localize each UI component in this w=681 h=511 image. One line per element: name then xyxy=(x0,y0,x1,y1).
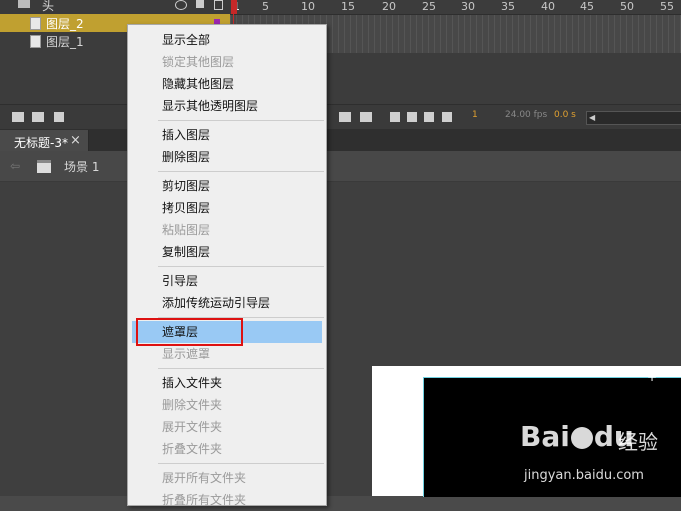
layer-page-icon xyxy=(30,35,41,48)
scene-bar: ⇦ 场景 1 xyxy=(0,151,681,182)
loop-icon[interactable] xyxy=(360,112,372,122)
menu-item-expand-all-folders: 展开所有文件夹 xyxy=(162,471,247,485)
eye-icon[interactable] xyxy=(175,0,187,10)
scene-label[interactable]: 场景 1 xyxy=(64,158,99,175)
menu-item-copy-layer[interactable]: 拷贝图层 xyxy=(128,197,326,219)
menu-item-collapse-all-folders: 折叠所有文件夹 xyxy=(162,493,247,507)
current-frame: 1 xyxy=(472,110,478,120)
watermark-logo: Bai du xyxy=(520,420,634,453)
close-icon[interactable]: × xyxy=(70,133,81,148)
onion-outline-icon[interactable] xyxy=(407,112,417,122)
menu-separator xyxy=(158,120,324,121)
trash-icon[interactable] xyxy=(54,112,64,122)
frame-ruler[interactable]: 1 5 10 15 20 25 30 35 40 45 50 55 xyxy=(230,0,681,15)
scroll-left-icon[interactable]: ◀ xyxy=(589,113,595,122)
menu-item-insert-folder[interactable]: 插入文件夹 xyxy=(128,372,326,394)
ruler-label: 35 xyxy=(501,0,515,13)
menu-item-duplicate-layer[interactable]: 复制图层 xyxy=(128,241,326,263)
ruler-label: 20 xyxy=(382,0,396,13)
clapper-icon xyxy=(37,160,51,173)
menu-item-show-others-transparent[interactable]: 显示其他透明图层 xyxy=(128,95,326,117)
edit-multiple-icon[interactable] xyxy=(424,112,434,122)
menu-item-add-motion-guide[interactable]: 添加传统运动引导层 xyxy=(128,292,326,314)
time-readout: 0.0 s xyxy=(554,110,576,120)
new-folder-icon[interactable] xyxy=(32,112,44,122)
layer-name: 图层_1 xyxy=(46,35,84,49)
menu-item-collapse-folder: 折叠文件夹 xyxy=(162,442,223,456)
menu-item-cut-layer[interactable]: 剪切图层 xyxy=(128,175,326,197)
ruler-label: 50 xyxy=(620,0,634,13)
outline-icon[interactable] xyxy=(214,0,223,10)
timeline-scrollbar[interactable]: ◀ xyxy=(586,111,681,125)
new-layer-icon[interactable] xyxy=(12,112,24,122)
layer-context-menu: 显示全部 锁定其他图层 隐藏其他图层 显示其他透明图层 插入图层 删除图层 剪切… xyxy=(127,24,327,507)
ruler-label: 15 xyxy=(341,0,355,13)
timeline-toolbar: 1 24.00 fps 0.0 s xyxy=(0,104,681,130)
layer-name: 图层_2 xyxy=(46,17,84,31)
fps-readout: 24.00 fps xyxy=(505,110,548,120)
layer-header-label: 头 xyxy=(42,0,55,13)
menu-item-lock-others: 锁定其他图层 xyxy=(162,55,235,69)
menu-item-show-mask: 显示遮罩 xyxy=(162,347,211,361)
baidu-watermark: Bai du 经验 jingyan.baidu.com xyxy=(520,410,680,496)
watermark-brand-cn: 经验 xyxy=(618,430,658,454)
ruler-label: 5 xyxy=(262,0,269,13)
ruler-label: 10 xyxy=(301,0,315,13)
ruler-label: 45 xyxy=(580,0,594,13)
watermark-url: jingyan.baidu.com xyxy=(524,468,644,483)
back-arrow-icon[interactable]: ⇦ xyxy=(10,159,20,173)
onion-markers-icon[interactable] xyxy=(442,112,452,122)
crosshair-cursor-icon: + xyxy=(647,370,658,384)
menu-item-hide-others[interactable]: 隐藏其他图层 xyxy=(128,73,326,95)
document-tab[interactable]: 无标题-3* × xyxy=(0,130,89,151)
ruler-label: 55 xyxy=(660,0,674,13)
menu-item-insert-layer[interactable]: 插入图层 xyxy=(128,124,326,146)
menu-separator xyxy=(158,266,324,267)
layers-icon xyxy=(18,0,30,8)
document-tab-bar xyxy=(0,129,681,151)
menu-item-delete-folder: 删除文件夹 xyxy=(162,398,223,412)
menu-item-expand-folder: 展开文件夹 xyxy=(162,420,223,434)
menu-separator xyxy=(158,463,324,464)
ruler-label: 25 xyxy=(422,0,436,13)
menu-separator xyxy=(158,171,324,172)
lock-icon[interactable] xyxy=(196,0,204,8)
onion-skin-icon[interactable] xyxy=(390,112,400,122)
menu-item-show-all[interactable]: 显示全部 xyxy=(128,29,326,51)
ruler-label: 30 xyxy=(461,0,475,13)
annotation-highlight-box xyxy=(136,318,243,346)
layer-header: 头 xyxy=(0,0,230,14)
menu-item-paste-layer: 粘贴图层 xyxy=(162,223,211,237)
menu-item-delete-layer[interactable]: 删除图层 xyxy=(128,146,326,168)
menu-item-guide-layer[interactable]: 引导层 xyxy=(128,270,326,292)
playhead[interactable] xyxy=(231,0,237,14)
ruler-label: 40 xyxy=(541,0,555,13)
layer-page-icon xyxy=(30,17,41,30)
document-tab-label: 无标题-3* xyxy=(14,136,68,150)
paw-icon xyxy=(570,427,593,449)
menu-separator xyxy=(158,368,324,369)
center-frame-icon[interactable] xyxy=(339,112,351,122)
